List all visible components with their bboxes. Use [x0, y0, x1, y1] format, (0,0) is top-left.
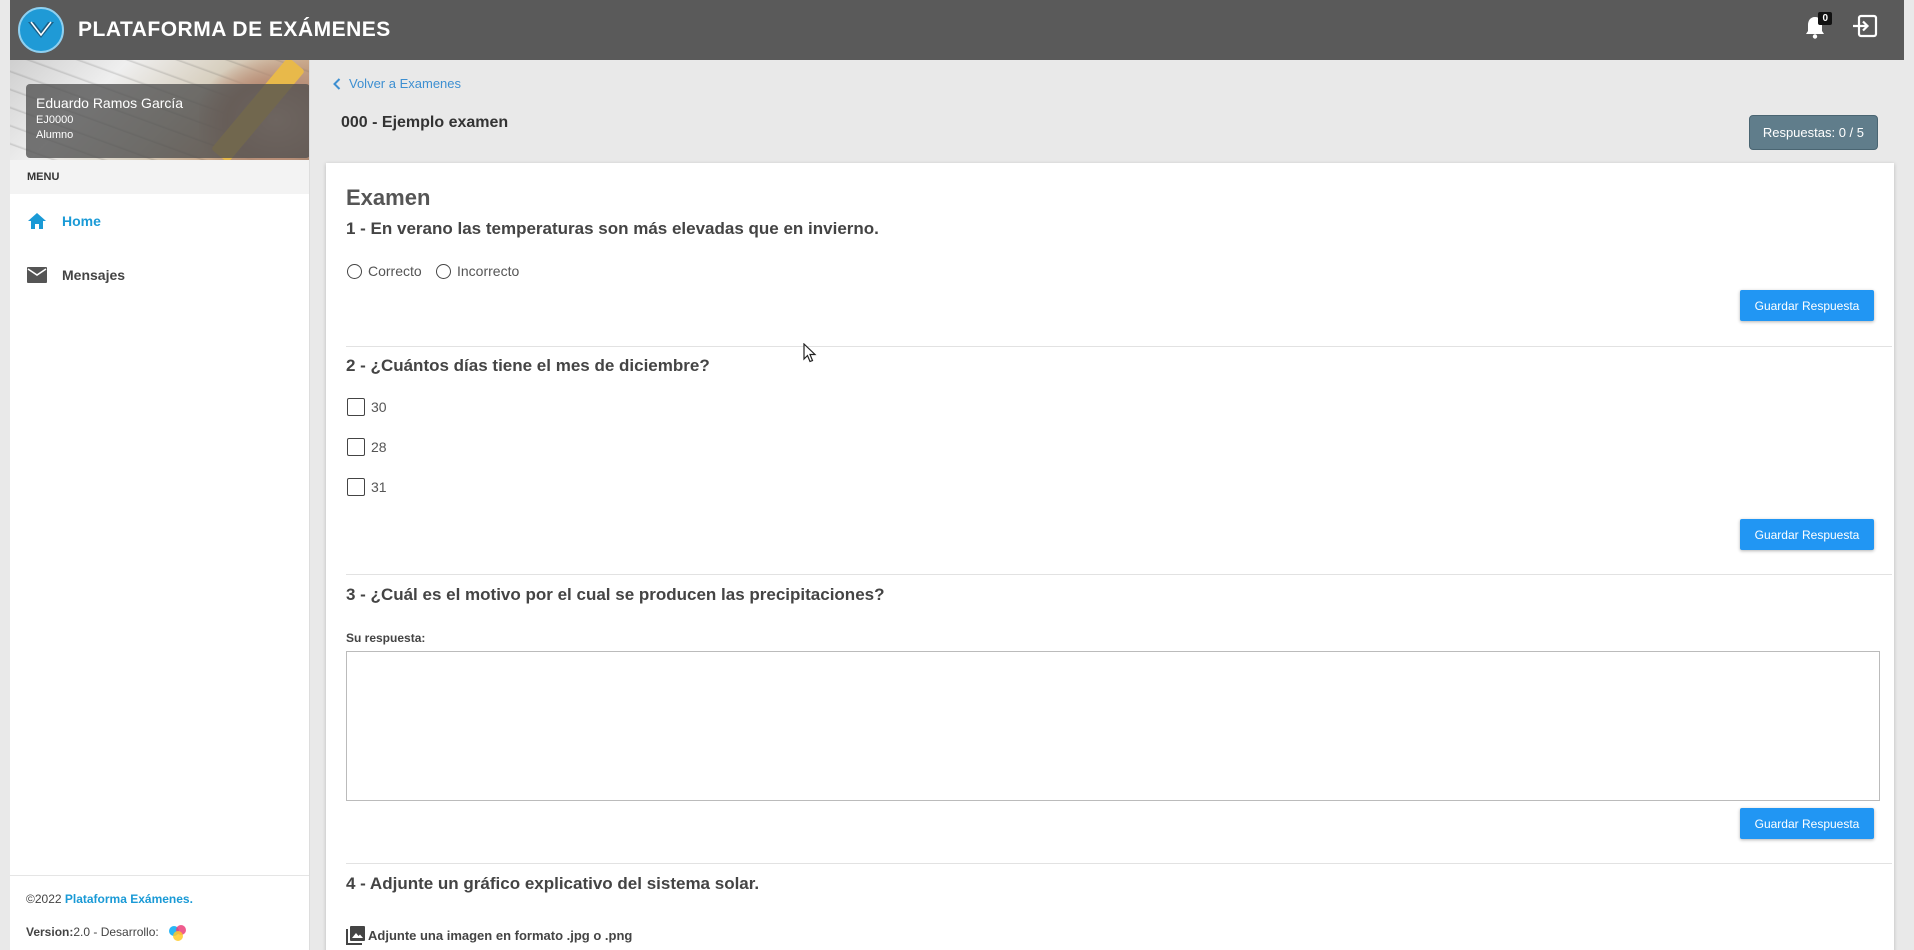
answer-textarea[interactable] — [346, 651, 1880, 801]
top-bar: PLATAFORMA DE EXÁMENES 0 — [10, 0, 1904, 60]
sidebar-item-label: Mensajes — [62, 267, 126, 283]
menu-label: MENU — [10, 160, 309, 194]
sidebar-item-mensajes[interactable]: Mensajes — [10, 248, 309, 302]
sidebar-item-home[interactable]: Home — [10, 194, 309, 248]
question-2: 2 - ¿Cuántos días tiene el mes de diciem… — [346, 356, 710, 375]
question-1: 1 - En verano las temperaturas son más e… — [346, 219, 879, 238]
image-icon — [346, 926, 365, 945]
radio-button[interactable] — [347, 263, 362, 279]
option-label: Correcto — [368, 263, 422, 279]
option-incorrecto[interactable]: Incorrecto — [436, 263, 519, 279]
dev-logo-icon — [167, 922, 187, 942]
option-28[interactable]: 28 — [347, 438, 387, 456]
option-label: 28 — [371, 439, 387, 455]
main-content: Volver a Examenes 000 - Ejemplo examen R… — [311, 60, 1904, 950]
logout-button[interactable] — [1852, 14, 1878, 43]
logo-icon[interactable] — [18, 7, 64, 53]
back-link-label: Volver a Examenes — [349, 76, 462, 91]
logout-icon — [1853, 14, 1878, 38]
profile-banner: Eduardo Ramos García EJ0000 Alumno — [10, 60, 309, 160]
option-label: Incorrecto — [457, 263, 520, 279]
notifications-button[interactable]: 0 — [1804, 11, 1832, 43]
option-30[interactable]: 30 — [347, 398, 387, 416]
copyright-text: ©2022 — [26, 892, 65, 906]
divider — [346, 574, 1892, 575]
save-answer-2-button[interactable]: Guardar Respuesta — [1740, 519, 1874, 550]
exam-title: 000 - Ejemplo examen — [341, 114, 509, 131]
sidebar-footer: ©2022 Plataforma Exámenes. Version: 2.0 … — [10, 875, 309, 950]
save-answer-1-button[interactable]: Guardar Respuesta — [1740, 290, 1874, 321]
back-link[interactable]: Volver a Examenes — [333, 76, 461, 91]
version-label: Version: — [26, 925, 74, 939]
save-answer-3-button[interactable]: Guardar Respuesta — [1740, 808, 1874, 839]
app-title: PLATAFORMA DE EXÁMENES — [78, 18, 391, 41]
attach-label: Adjunte una imagen en formato .jpg o .pn… — [368, 927, 633, 943]
option-label: 30 — [371, 399, 387, 415]
user-role: Alumno — [36, 129, 74, 141]
home-icon — [26, 211, 48, 231]
checkbox[interactable] — [347, 438, 365, 456]
question-4: 4 - Adjunte un gráfico explicativo del s… — [346, 874, 760, 893]
user-id: EJ0000 — [36, 114, 74, 126]
sidebar: Eduardo Ramos García EJ0000 Alumno MENU … — [10, 60, 310, 950]
sidebar-item-label: Home — [62, 213, 101, 229]
responses-badge: Respuestas: 0 / 5 — [1748, 115, 1878, 150]
version-value: 2.0 - Desarrollo: — [73, 925, 159, 939]
checkbox[interactable] — [347, 398, 365, 416]
divider — [346, 863, 1892, 864]
option-label: 31 — [371, 479, 387, 495]
mail-icon — [26, 265, 48, 285]
option-correcto[interactable]: Correcto — [347, 263, 422, 279]
answer-label: Su respuesta: — [346, 631, 426, 645]
radio-button[interactable] — [436, 263, 451, 279]
brand-link[interactable]: Plataforma Exámenes. — [65, 892, 193, 906]
user-card: Eduardo Ramos García EJ0000 Alumno — [26, 84, 309, 158]
user-name: Eduardo Ramos García — [36, 95, 184, 111]
exam-card: Examen 1 - En verano las temperaturas so… — [326, 163, 1894, 950]
mouse-cursor-icon — [803, 342, 817, 368]
option-31[interactable]: 31 — [347, 478, 387, 496]
notification-badge: 0 — [1818, 11, 1832, 25]
divider — [346, 346, 1892, 347]
section-title: Examen — [346, 185, 431, 210]
chevron-left-icon — [333, 77, 341, 90]
checkbox[interactable] — [347, 478, 365, 496]
question-3: 3 - ¿Cuál es el motivo por el cual se pr… — [346, 585, 885, 604]
attach-image-control[interactable]: Adjunte una imagen en formato .jpg o .pn… — [346, 925, 632, 945]
